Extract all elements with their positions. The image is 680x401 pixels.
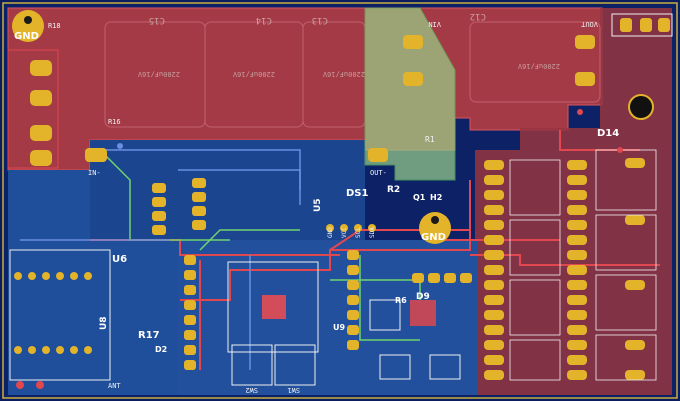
cap-value-4: 2200uF/16V	[517, 62, 560, 70]
gnd-center-label: GND	[421, 232, 446, 243]
label-d9: D9	[416, 292, 430, 302]
label-vout: VOUT	[580, 20, 598, 28]
label-vin: VIN	[428, 20, 441, 28]
label-pin-vcc: VCC	[341, 227, 348, 238]
label-ant: ANT	[108, 382, 121, 390]
label-sw1: SW1	[287, 386, 300, 394]
gnd-left-label: GND	[14, 31, 39, 42]
mounting-hole-icon: GND	[419, 212, 451, 244]
label-u6: U6	[112, 254, 127, 265]
label-pin-gnd: GND	[327, 227, 334, 238]
pin-header-right-a	[484, 160, 504, 380]
label-in-minus: IN-	[88, 169, 101, 177]
cap-value-2: 2200uF/16V	[232, 70, 275, 78]
label-r17: R17	[138, 330, 160, 341]
mounting-hole-icon	[628, 94, 654, 120]
bottom-copper-zone-mid2	[90, 140, 365, 240]
label-pin-scl: SCL	[355, 227, 362, 238]
label-out-minus: OUT-	[370, 169, 387, 177]
pin-header-right-b	[567, 160, 587, 380]
cap-value-1: 2200uF/16V	[137, 70, 180, 78]
label-c13: C13	[312, 15, 328, 25]
label-r16: R16	[108, 118, 121, 126]
label-d14: D14	[597, 128, 619, 139]
label-sw2: SW2	[245, 386, 258, 394]
label-h2: H2	[430, 193, 442, 202]
label-r1: R1	[425, 135, 435, 144]
label-u9: U9	[333, 323, 345, 332]
pcb-layout-canvas: GND GND C15 C14 C13 C12 2200uF/16V 2200u…	[2, 2, 678, 399]
label-c12: C12	[470, 11, 486, 21]
label-u5: U5	[313, 198, 323, 212]
label-r6: R6	[395, 296, 407, 305]
label-pin-sda: SDA	[369, 227, 376, 238]
label-d2: D2	[155, 345, 167, 354]
label-u8: U8	[99, 316, 109, 330]
label-q1: Q1	[413, 193, 426, 202]
label-ds1: DS1	[346, 188, 369, 199]
cap-value-3: 2200uF/16V	[322, 70, 365, 78]
label-c15: C15	[149, 15, 165, 25]
label-r2: R2	[387, 185, 400, 195]
label-c14: C14	[256, 15, 272, 25]
mounting-hole-icon: GND	[12, 10, 44, 42]
label-r18: R18	[48, 22, 61, 30]
